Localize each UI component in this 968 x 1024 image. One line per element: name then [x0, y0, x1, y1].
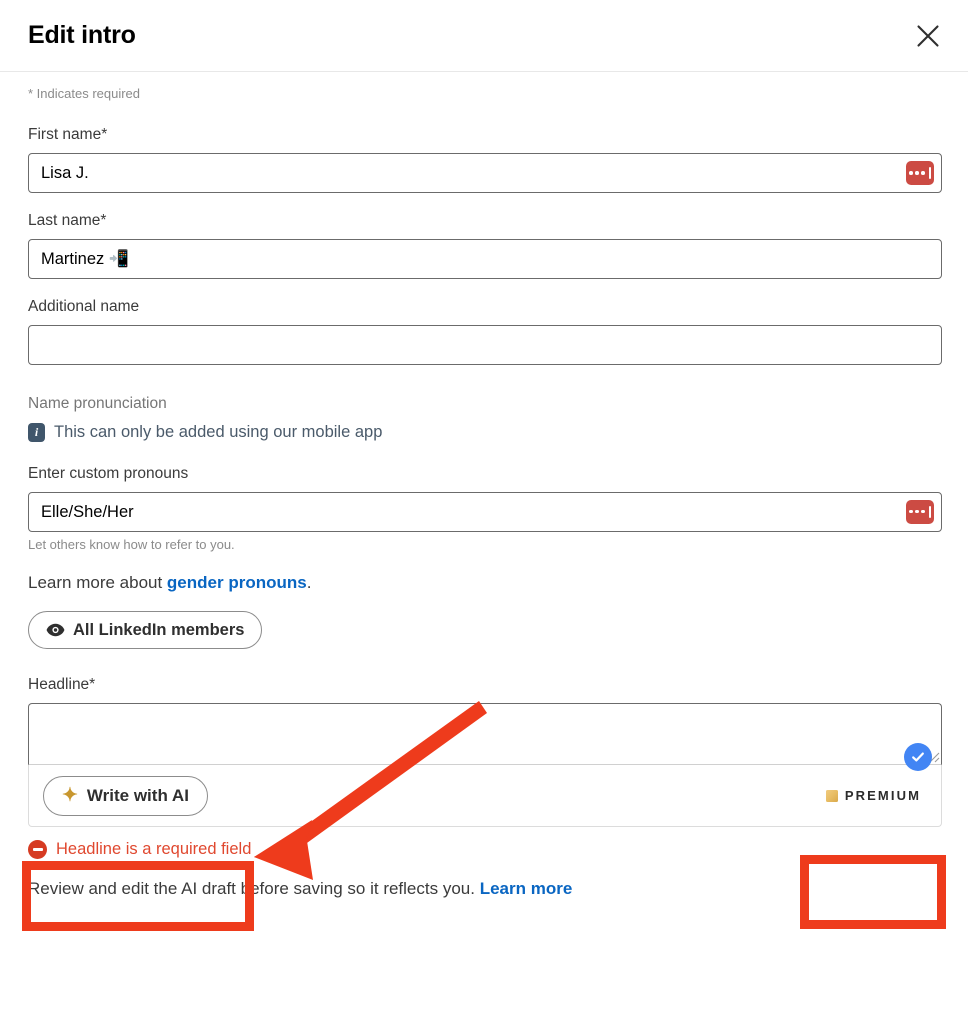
pronouns-input-wrap — [28, 491, 942, 532]
password-manager-icon[interactable] — [906, 160, 934, 185]
gender-pronouns-prefix: Learn more about — [28, 573, 167, 593]
additional-name-label: Additional name — [28, 297, 140, 315]
modal-header: Edit intro — [0, 0, 968, 72]
last-name-label: Last name* — [28, 211, 107, 229]
headline-textarea[interactable] — [28, 703, 942, 766]
close-button[interactable] — [908, 16, 948, 56]
name-pronunciation-note: i This can only be added using our mobil… — [28, 422, 940, 442]
last-name-input-wrap — [28, 238, 942, 279]
headline-error: Headline is a required field — [28, 840, 940, 860]
visibility-button[interactable]: All LinkedIn members — [28, 611, 263, 650]
gender-pronouns-suffix: . — [306, 573, 312, 593]
eye-icon — [46, 623, 65, 637]
additional-name-input-wrap — [28, 324, 942, 365]
gender-pronouns-learn-line: Learn more about gender pronouns. — [28, 573, 940, 593]
additional-name-input[interactable] — [28, 324, 942, 365]
blue-check-icon — [904, 743, 932, 772]
sparkle-icon: ✦ — [62, 785, 78, 807]
page-title: Edit intro — [28, 21, 136, 49]
headline-toolbar: ✦ Write with AI PREMIUM — [28, 765, 942, 828]
write-with-ai-button[interactable]: ✦ Write with AI — [43, 775, 208, 816]
name-pronunciation-note-text: This can only be added using our mobile … — [54, 422, 383, 441]
name-pronunciation-group: Name pronunciation i This can only be ad… — [28, 395, 940, 442]
error-icon — [28, 840, 47, 860]
headline-group: Headline* ✦ Write with AI PREMIUM Headli… — [28, 675, 942, 901]
ai-disclaimer-text: Review and edit the AI draft before savi… — [28, 879, 480, 899]
ai-disclaimer: Review and edit the AI draft before savi… — [28, 877, 940, 901]
info-icon: i — [28, 422, 45, 442]
first-name-label: First name* — [28, 125, 108, 143]
premium-square-icon — [825, 789, 838, 802]
gender-pronouns-link[interactable]: gender pronouns — [167, 573, 307, 592]
headline-label: Headline* — [28, 676, 96, 694]
premium-label: PREMIUM — [844, 788, 921, 804]
first-name-group: First name* — [28, 125, 942, 193]
ai-disclaimer-learn-more-link[interactable]: Learn more — [480, 879, 573, 898]
first-name-input[interactable] — [28, 152, 942, 193]
additional-name-group: Additional name — [28, 297, 942, 365]
pronouns-helper-text: Let others know how to refer to you. — [28, 536, 235, 552]
visibility-label: All LinkedIn members — [73, 620, 245, 639]
name-pronunciation-label: Name pronunciation — [28, 394, 167, 412]
required-indicator-note: * Indicates required — [28, 86, 141, 101]
last-name-group: Last name* — [28, 211, 942, 279]
headline-textarea-wrap — [28, 703, 942, 772]
password-manager-icon[interactable] — [906, 499, 934, 524]
headline-error-text: Headline is a required field — [56, 840, 252, 859]
pronouns-label: Enter custom pronouns — [28, 464, 189, 482]
modal-body: * Indicates required First name* Last na… — [0, 72, 968, 901]
close-icon — [915, 23, 941, 49]
pronouns-input[interactable] — [28, 491, 942, 532]
premium-badge: PREMIUM — [825, 788, 921, 804]
write-with-ai-label: Write with AI — [86, 785, 189, 805]
pronouns-group: Enter custom pronouns Let others know ho… — [28, 464, 942, 553]
first-name-input-wrap — [28, 152, 942, 193]
last-name-input[interactable] — [28, 238, 942, 279]
